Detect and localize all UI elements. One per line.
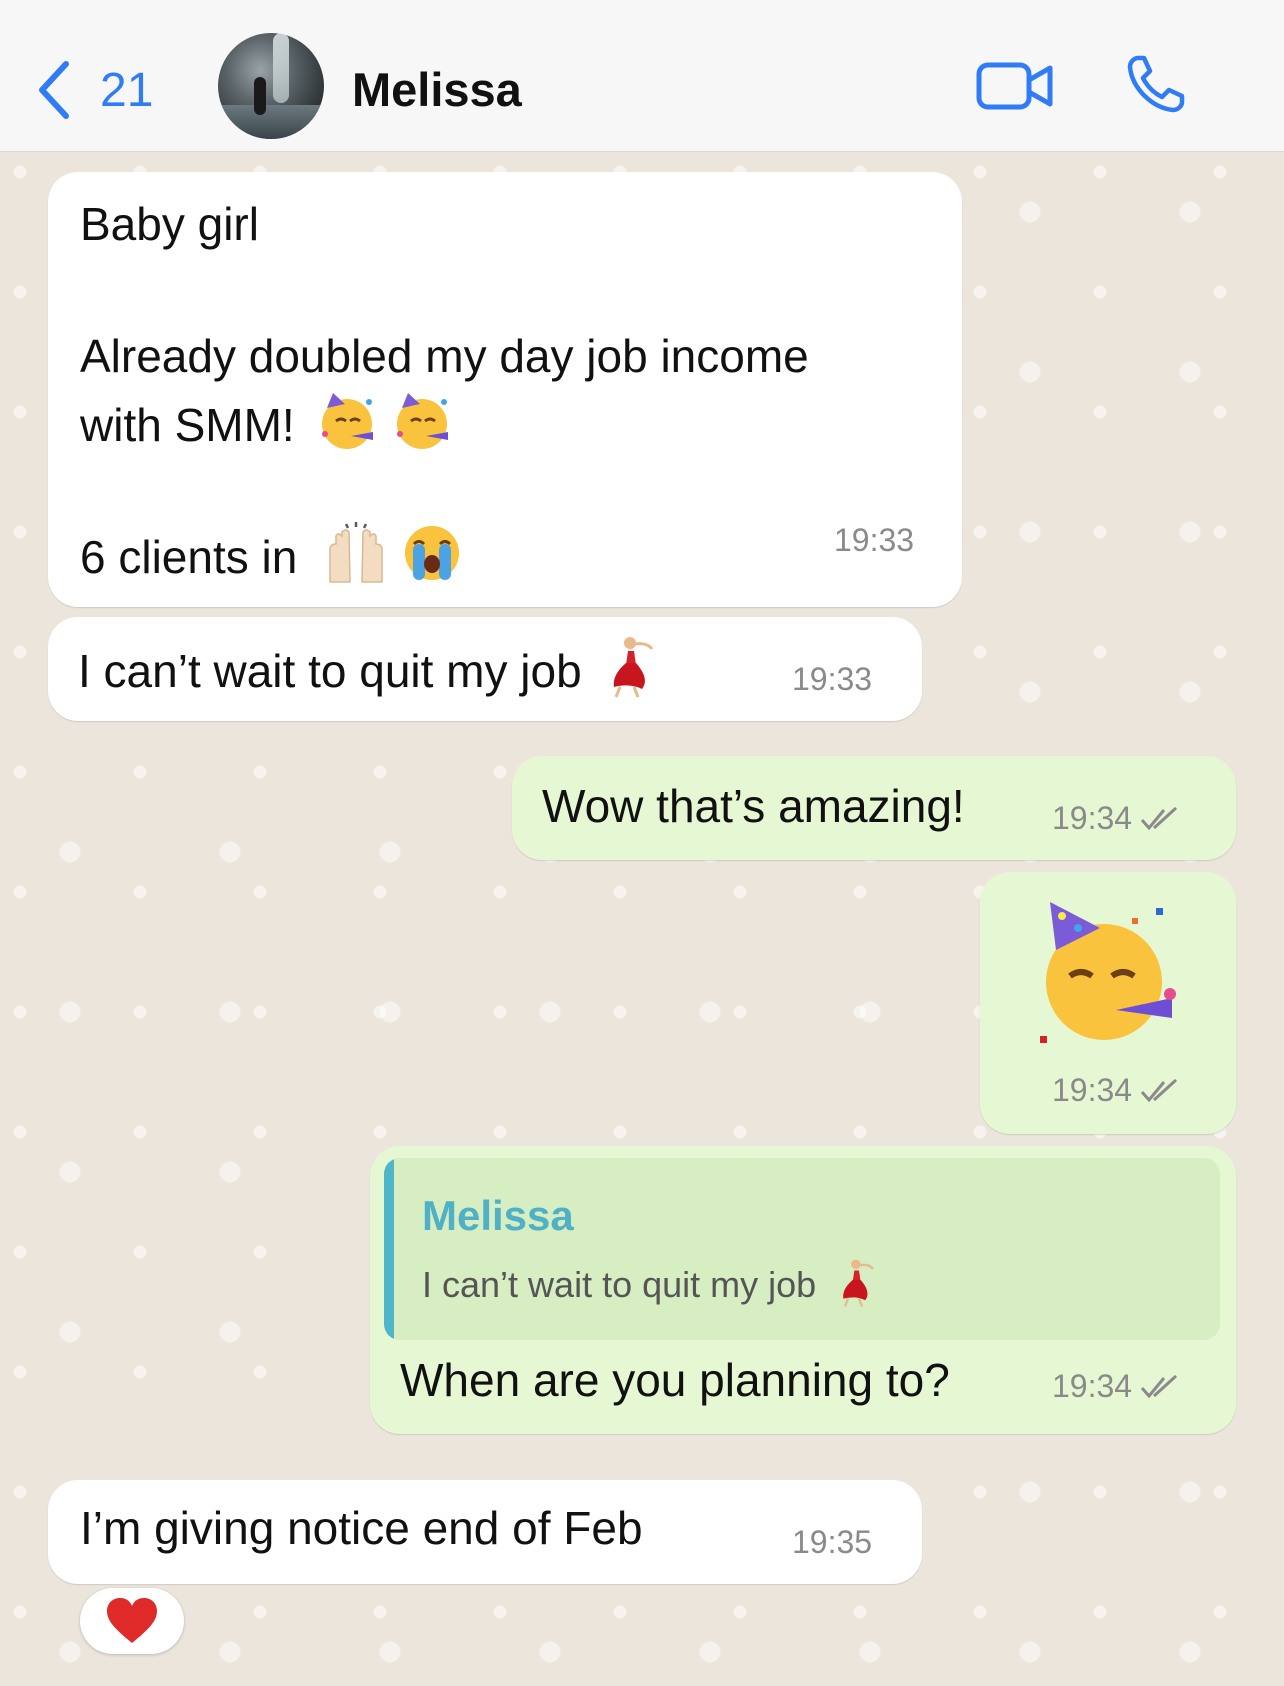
outgoing-message[interactable]: Melissa I can’t wait to quit my job When… [370,1146,1236,1434]
quoted-text: I can’t wait to quit my job [422,1258,882,1317]
back-button[interactable]: 21 [36,58,153,122]
avatar-person [254,77,266,115]
message-line-text: 6 clients in [80,531,298,584]
contact-name[interactable]: Melissa [352,58,522,122]
avatar-water [218,105,324,139]
avatar-waterfall [273,33,289,103]
quoted-message[interactable]: Melissa I can’t wait to quit my job [384,1158,1220,1340]
video-call-icon [976,62,1053,110]
message-time: 19:33 [792,661,873,697]
phone-call-icon [1127,55,1185,113]
message-reaction[interactable] [80,1588,184,1654]
woman-dancing-icon [836,1258,882,1317]
message-line-text: I can’t wait to quit my job [78,645,582,698]
message-time: 19:34 [1052,1368,1180,1405]
message-time: 19:35 [792,1524,873,1560]
message-time: 19:33 [834,522,915,558]
message-line: 6 clients in [80,522,463,600]
chat-area[interactable]: Baby girl Already doubled my day job inc… [0,152,1284,1686]
raising-hands-icon [324,522,388,600]
message-line: When are you planning to? [400,1354,950,1406]
message-line: I can’t wait to quit my job [78,635,662,715]
video-call-button[interactable] [976,60,1054,117]
read-receipt-icon [1140,806,1178,830]
phone-call-button[interactable] [1124,52,1188,121]
read-receipt-icon [1140,1374,1178,1398]
incoming-message[interactable]: I can’t wait to quit my job 19:33 [48,617,922,721]
chat-header: 21 Melissa [0,0,1284,152]
message-line: with SMM! [80,390,454,468]
red-heart-icon [107,1598,157,1643]
message-line: Already doubled my day job income [80,330,809,382]
message-time: 19:34 [1052,1072,1180,1109]
message-line: I’m giving notice end of Feb [80,1502,643,1554]
chevron-left-icon [39,61,69,119]
read-receipt-icon [1140,1078,1178,1102]
incoming-message[interactable]: I’m giving notice end of Feb 19:35 [48,1480,922,1584]
message-time-text: 19:34 [1052,800,1133,836]
partying-face-icon [1032,898,1182,1053]
partying-face-icon [392,390,454,468]
quote-bar [384,1158,394,1340]
message-line-text: with SMM! [80,399,295,452]
loudly-crying-face-icon [401,522,463,600]
quoted-text-content: I can’t wait to quit my job [422,1264,817,1306]
message-time-text: 19:34 [1052,1072,1133,1108]
avatar[interactable] [218,33,324,139]
quoted-sender: Melissa [422,1192,574,1239]
partying-face-icon [317,390,379,468]
message-time: 19:34 [1052,800,1180,837]
incoming-message[interactable]: Baby girl Already doubled my day job inc… [48,172,962,607]
outgoing-message[interactable]: 19:34 [980,872,1236,1134]
message-time-text: 19:34 [1052,1368,1133,1404]
message-line: Wow that’s amazing! [542,780,965,832]
unread-count: 21 [100,63,154,117]
outgoing-message[interactable]: Wow that’s amazing! 19:34 [512,756,1236,860]
message-line: Baby girl [80,198,259,250]
woman-dancing-icon [606,635,662,715]
